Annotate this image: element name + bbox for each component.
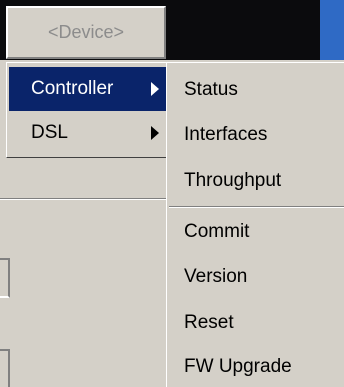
- menu-item-reset[interactable]: Reset: [167, 301, 344, 345]
- menu-item-label: Reset: [184, 312, 234, 333]
- menu-item-label: Throughput: [184, 170, 282, 191]
- submenu-arrow-icon: [151, 126, 159, 140]
- menu-item-fw-upgrade[interactable]: FW Upgrade: [167, 345, 344, 387]
- menu-item-version[interactable]: Version: [167, 255, 344, 299]
- panel-divider: [0, 198, 168, 200]
- menu-separator: [169, 206, 344, 208]
- device-menu-label: <Device>: [47, 22, 125, 42]
- panel-field-edge: [0, 349, 10, 387]
- menu-item-label: FW Upgrade: [184, 356, 292, 377]
- menu-item-status[interactable]: Status: [167, 68, 344, 112]
- menu-item-commit[interactable]: Commit: [167, 210, 344, 254]
- device-submenu: Controller DSL: [6, 62, 170, 158]
- submenu-item-label: DSL: [31, 122, 68, 143]
- panel-field-edge: [0, 258, 10, 298]
- menu-item-throughput[interactable]: Throughput: [167, 159, 344, 203]
- screenshot-canvas: <Device> Controller DSL Status Interface…: [0, 0, 344, 387]
- blue-accent-bar: [320, 0, 344, 60]
- submenu-item-controller[interactable]: Controller: [9, 67, 167, 111]
- submenu-item-label: Controller: [31, 78, 114, 99]
- device-menu-button[interactable]: <Device>: [6, 6, 166, 59]
- submenu-item-dsl[interactable]: DSL: [9, 111, 167, 155]
- panel-divider-highlight: [0, 199, 168, 200]
- menu-item-interfaces[interactable]: Interfaces: [167, 113, 344, 157]
- menu-item-label: Interfaces: [184, 124, 268, 145]
- controller-submenu: Status Interfaces Throughput Commit Vers…: [166, 62, 344, 387]
- submenu-arrow-icon: [151, 82, 159, 96]
- menu-separator-highlight: [169, 207, 344, 208]
- menu-item-label: Status: [184, 79, 238, 100]
- menu-item-label: Version: [184, 266, 248, 287]
- menu-item-label: Commit: [184, 221, 250, 242]
